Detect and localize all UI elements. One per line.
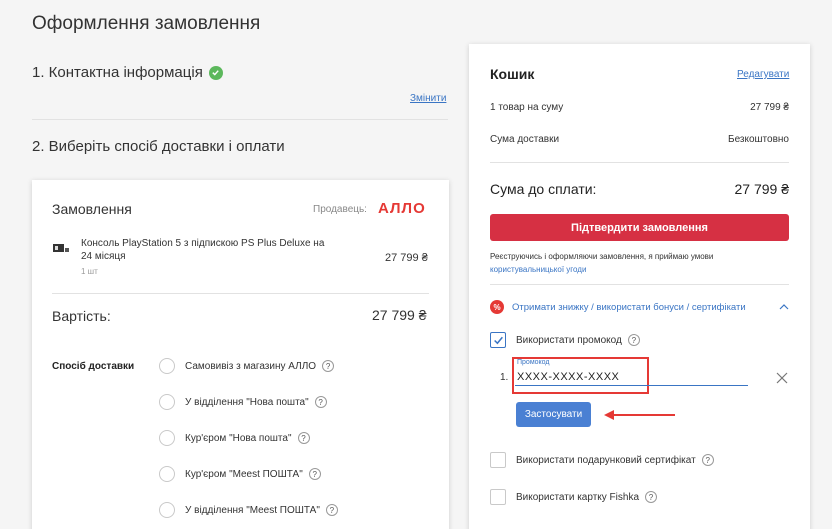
- step-delivery-payment: 2. Виберіть спосіб доставки і оплати: [32, 138, 285, 155]
- cart-title: Кошик: [490, 66, 535, 82]
- product-thumbnail-icon: [53, 244, 69, 252]
- promo-code-input[interactable]: [517, 369, 645, 385]
- delivery-option-np-branch[interactable]: У відділення "Нова пошта" ?: [159, 394, 327, 410]
- delivery-option-pickup[interactable]: Самовивіз з магазину АЛЛО ?: [159, 358, 335, 374]
- promo-input-underline: [515, 385, 748, 386]
- chevron-up-icon[interactable]: [779, 302, 789, 312]
- change-contact-link[interactable]: Змінити: [410, 93, 446, 104]
- help-icon[interactable]: ?: [701, 454, 714, 466]
- step-contact-info: 1. Контактна інформація: [32, 64, 223, 81]
- items-sum-label: 1 товар на суму: [490, 102, 564, 113]
- divider: [32, 119, 448, 120]
- checkmark-icon: [493, 336, 503, 344]
- order-card: Замовлення Продавець: АЛЛО Консоль PlayS…: [32, 180, 449, 529]
- help-icon[interactable]: ?: [645, 491, 658, 503]
- radio-button[interactable]: [159, 358, 175, 374]
- edit-cart-link[interactable]: Редагувати: [737, 69, 789, 80]
- order-title: Замовлення: [52, 201, 132, 217]
- promo-index: 1.: [500, 372, 509, 383]
- cost-label: Вартість:: [52, 308, 111, 324]
- gift-cert-text: Використати подарунковий сертифікат: [516, 454, 696, 466]
- gift-cert-checkbox-label: Використати подарунковий сертифікат ?: [516, 454, 714, 466]
- delivery-sum-label: Сума доставки: [490, 134, 560, 145]
- check-circle-icon: [208, 65, 223, 80]
- promo-checkbox-text: Використати промокод: [516, 334, 622, 346]
- product-name: Консоль PlayStation 5 з підпискою PS Plu…: [81, 238, 325, 262]
- help-icon[interactable]: ?: [314, 396, 327, 408]
- discount-toggle[interactable]: % Отримати знижку / використати бонуси /…: [490, 300, 789, 314]
- fishka-checkbox[interactable]: [490, 489, 506, 505]
- radio-button[interactable]: [159, 394, 175, 410]
- radio-button[interactable]: [159, 430, 175, 446]
- delivery-option-label: Самовивіз з магазину АЛЛО: [185, 360, 317, 372]
- delivery-option-label: У відділення "Meest ПОШТА": [185, 504, 320, 516]
- total-label: Сума до сплати:: [490, 181, 597, 197]
- help-icon[interactable]: ?: [308, 468, 321, 480]
- delivery-option-meest-courier[interactable]: Кур'єром "Meest ПОШТА" ?: [159, 466, 321, 482]
- delivery-option-label: У відділення "Нова пошта": [185, 396, 309, 408]
- radio-button[interactable]: [159, 466, 175, 482]
- allo-logo: АЛЛО: [378, 200, 426, 217]
- help-icon[interactable]: ?: [627, 334, 640, 346]
- delivery-option-np-courier[interactable]: Кур'єром "Нова пошта" ?: [159, 430, 310, 446]
- help-icon[interactable]: ?: [325, 504, 338, 516]
- terms-link[interactable]: користувальницької угоди: [490, 265, 586, 274]
- discount-toggle-label: Отримати знижку / використати бонуси / с…: [512, 301, 746, 313]
- product-qty: 1 шт: [81, 267, 98, 276]
- close-icon[interactable]: [776, 372, 788, 384]
- promo-checkbox-label: Використати промокод ?: [516, 334, 640, 346]
- delivery-option-meest-branch[interactable]: У відділення "Meest ПОШТА" ?: [159, 502, 338, 518]
- divider: [52, 293, 429, 294]
- delivery-method-label: Спосіб доставки: [52, 361, 135, 372]
- promo-field-label: Промокод: [517, 359, 550, 366]
- fishka-checkbox-label: Використати картку Fishka ?: [516, 491, 658, 503]
- apply-promo-button[interactable]: Застосувати: [516, 402, 591, 427]
- delivery-sum-value: Безкоштовно: [728, 134, 789, 145]
- seller-label: Продавець:: [313, 204, 367, 215]
- delivery-option-label: Кур'єром "Нова пошта": [185, 432, 292, 444]
- page-title: Оформлення замовлення: [32, 13, 261, 34]
- confirm-order-button[interactable]: Підтвердити замовлення: [490, 214, 789, 241]
- terms-notice: Реєструючись і оформляючи замовлення, я …: [490, 250, 789, 276]
- arrow-left-icon: [604, 410, 675, 420]
- promo-checkbox[interactable]: [490, 332, 506, 348]
- help-icon[interactable]: ?: [297, 432, 310, 444]
- fishka-text: Використати картку Fishka: [516, 491, 640, 503]
- total-value: 27 799 ₴: [734, 181, 790, 197]
- percent-icon: %: [490, 300, 504, 314]
- product-price: 27 799 ₴: [385, 252, 428, 264]
- terms-text: Реєструючись і оформляючи замовлення, я …: [490, 252, 714, 261]
- delivery-option-label: Кур'єром "Meest ПОШТА": [185, 468, 303, 480]
- gift-cert-checkbox[interactable]: [490, 452, 506, 468]
- divider: [490, 284, 789, 285]
- radio-button[interactable]: [159, 502, 175, 518]
- items-sum-value: 27 799 ₴: [750, 102, 789, 113]
- divider: [490, 162, 789, 163]
- step-contact-info-label: 1. Контактна інформація: [32, 64, 203, 81]
- cart-card: Кошик Редагувати 1 товар на суму 27 799 …: [469, 44, 810, 529]
- help-icon[interactable]: ?: [322, 360, 335, 372]
- cost-value: 27 799 ₴: [372, 307, 427, 323]
